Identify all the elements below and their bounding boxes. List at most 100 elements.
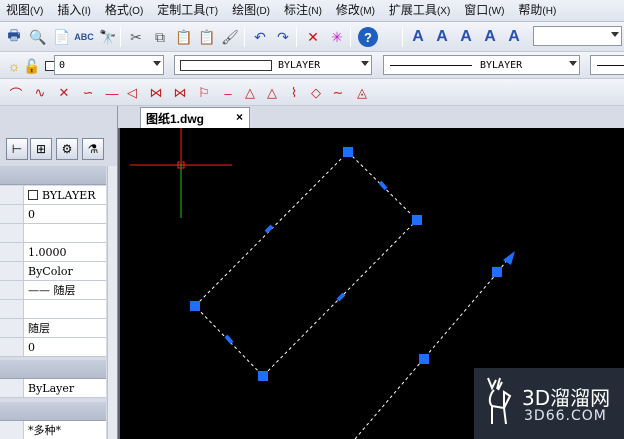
match-properties-icon[interactable]: 🖌 <box>220 27 240 47</box>
grip-corner-bottom[interactable] <box>258 371 268 381</box>
property-row[interactable]: 0 <box>0 338 106 357</box>
ribbon-icon[interactable]: ⋈ <box>170 83 190 103</box>
section-header[interactable] <box>0 402 106 421</box>
grip-line-end[interactable] <box>492 267 502 277</box>
sun-icon[interactable]: ☼ <box>4 56 24 76</box>
menu-accelerator: (M) <box>359 5 375 17</box>
chevron-down-icon[interactable] <box>361 61 369 66</box>
section-header[interactable] <box>0 360 106 379</box>
property-row[interactable]: BYLAYER <box>0 186 106 205</box>
property-row[interactable]: 1.0000 <box>0 243 106 262</box>
grip-mid-bottom-left[interactable] <box>224 334 234 345</box>
fold-icon[interactable]: ⌇ <box>284 83 304 103</box>
menu-item-5[interactable]: 标注(N) <box>278 0 330 23</box>
property-row[interactable]: ByColor <box>0 262 106 281</box>
watermark-domain: 3D66.COM <box>524 408 607 424</box>
property-value-text: 0 <box>28 340 35 354</box>
spellcheck-icon[interactable]: ABC <box>74 27 94 47</box>
menu-item-4[interactable]: 绘图(D) <box>226 0 278 23</box>
flag-icon[interactable]: ⚐ <box>194 83 214 103</box>
line-icon[interactable]: — <box>102 83 122 103</box>
text-scale-icon[interactable]: A <box>504 27 524 47</box>
color-checkbox[interactable] <box>28 190 38 200</box>
property-row[interactable]: *多种* <box>0 421 106 439</box>
angle-icon[interactable]: ◁ <box>122 83 142 103</box>
grip-mid-top-left[interactable] <box>264 224 274 234</box>
property-row[interactable]: 随层 <box>0 319 106 338</box>
menu-item-6[interactable]: 修改(M) <box>330 0 383 23</box>
property-value-text: *多种* <box>28 424 61 437</box>
paste-special-icon[interactable]: 📋 <box>197 27 217 47</box>
grip-mid-top-right[interactable] <box>378 180 388 191</box>
copy-icon[interactable]: ⧉ <box>150 27 170 47</box>
wave-icon[interactable]: ∿ <box>30 83 50 103</box>
tab-drawing[interactable]: 图纸1.dwg × <box>140 107 250 128</box>
filter-icon[interactable]: ⚗ <box>82 138 104 160</box>
grip-corner-left[interactable] <box>190 301 200 311</box>
select-objects-icon[interactable]: ⊢ <box>6 138 28 160</box>
watermark: 3D溜溜网 3D66.COM <box>474 368 624 439</box>
cut-icon[interactable]: ✂ <box>126 27 146 47</box>
curve-icon[interactable]: ∽ <box>78 83 98 103</box>
menu-item-8[interactable]: 窗口(W) <box>458 0 512 23</box>
menu-item-3[interactable]: 定制工具(T) <box>151 0 226 23</box>
triangle-icon[interactable]: △ <box>240 83 260 103</box>
menu-accelerator: (D) <box>256 5 270 17</box>
grip-line-mid[interactable] <box>419 354 429 364</box>
property-value <box>24 224 106 242</box>
property-row[interactable] <box>0 224 106 243</box>
linetype-combo[interactable]: BYLAYER <box>383 55 580 75</box>
help-icon[interactable]: ? <box>358 27 378 47</box>
find-icon[interactable]: 🔭 <box>98 27 118 47</box>
text-find-icon[interactable]: A <box>480 27 500 47</box>
color-value: BYLAYER <box>278 59 321 71</box>
menu-item-2[interactable]: 格式(O) <box>99 0 151 23</box>
diamond-icon[interactable]: ◇ <box>306 83 326 103</box>
property-row[interactable]: ByLayer <box>0 379 106 398</box>
color-combo[interactable]: BYLAYER <box>174 55 372 75</box>
text-style-combo[interactable] <box>533 26 622 46</box>
spline-icon[interactable]: ∼ <box>328 83 348 103</box>
menu-item-1[interactable]: 插入(I) <box>51 0 98 23</box>
menu-accelerator: (T) <box>205 5 219 17</box>
quick-select-icon[interactable]: ⊞ <box>30 138 52 160</box>
property-key <box>0 421 24 439</box>
property-row[interactable]: 0 <box>0 205 106 224</box>
purge-icon[interactable]: ✳ <box>327 27 347 47</box>
lock-icon[interactable]: 🔓 <box>22 56 42 76</box>
triangle-alt-icon[interactable]: △ <box>262 83 282 103</box>
properties-scrollbar[interactable] <box>107 166 117 439</box>
cross-icon[interactable]: ✕ <box>54 83 74 103</box>
menu-item-7[interactable]: 扩展工具(X) <box>383 0 458 23</box>
text-icon[interactable]: A <box>432 27 452 47</box>
tri-arrow-icon[interactable]: ◬ <box>352 83 372 103</box>
lineweight-combo[interactable] <box>590 55 624 75</box>
text-style-icon[interactable]: A <box>408 27 428 47</box>
undo-icon[interactable]: ↶ <box>250 27 270 47</box>
print-icon[interactable]: 🖶 <box>4 27 24 47</box>
toggle-pickadd-icon[interactable]: ⚙ <box>56 138 78 160</box>
redo-icon[interactable]: ↷ <box>273 27 293 47</box>
section-header-general[interactable] <box>0 166 106 185</box>
bowtie-icon[interactable]: ⋈ <box>146 83 166 103</box>
grip-corner-top[interactable] <box>343 147 353 157</box>
text-edit-icon[interactable]: A <box>456 27 476 47</box>
property-row[interactable]: —— 随层 <box>0 281 106 300</box>
menu-item-9[interactable]: 帮助(H) <box>512 0 564 23</box>
chevron-down-icon[interactable] <box>611 32 619 37</box>
publish-icon[interactable]: 📄 <box>52 27 72 47</box>
chevron-down-icon[interactable] <box>569 61 577 66</box>
property-row[interactable] <box>0 300 106 319</box>
close-icon[interactable]: × <box>236 110 243 124</box>
grip-mid-bottom-right[interactable] <box>336 292 346 302</box>
dash-icon[interactable]: ‒ <box>218 83 238 103</box>
arc-icon[interactable]: ⌒ <box>6 83 26 103</box>
layer-combo[interactable]: 0 <box>54 55 164 75</box>
grip-corner-right[interactable] <box>412 215 422 225</box>
chevron-down-icon[interactable] <box>153 61 161 66</box>
erase-icon[interactable]: ✕ <box>303 27 323 47</box>
grip-line-direction[interactable] <box>503 251 515 265</box>
print-preview-icon[interactable]: 🔍 <box>28 27 48 47</box>
menu-item-0[interactable]: 视图(V) <box>0 0 51 23</box>
paste-icon[interactable]: 📋 <box>174 27 194 47</box>
